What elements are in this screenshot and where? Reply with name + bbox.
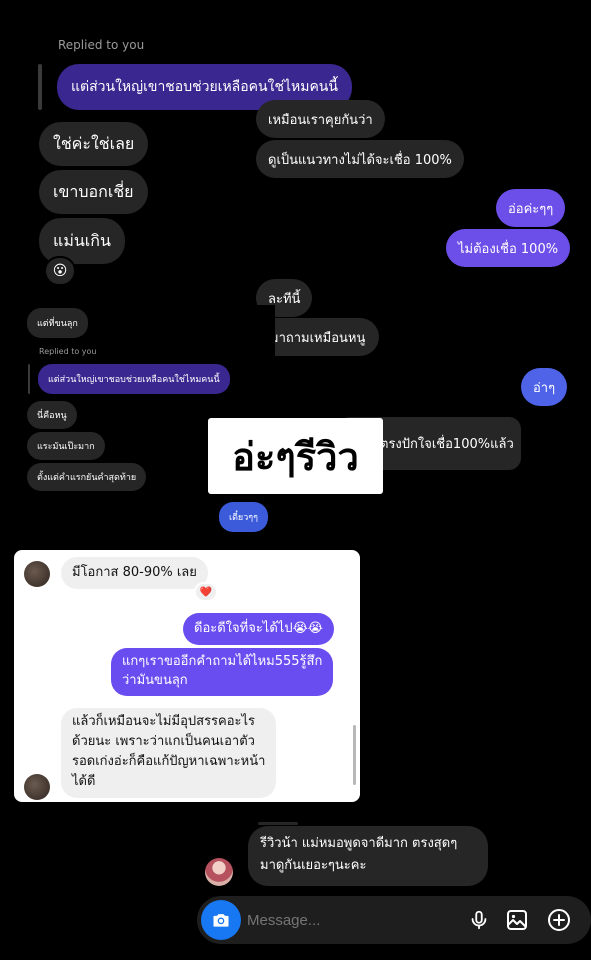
- message-bubble[interactable]: ไม่ต้องเชื่อ 100%: [446, 229, 571, 267]
- camera-button[interactable]: [201, 900, 241, 940]
- plus-icon: [547, 908, 571, 932]
- message-bubble[interactable]: แล้วก็เหมือนจะไม่มีอุปสรรคอะไร ด้วยนะ เพ…: [61, 708, 277, 798]
- message-bubble[interactable]: รีวิวน้า แม่หมอพูดจาดีมาก ตรงสุดๆ มาดูกั…: [248, 826, 488, 886]
- add-button[interactable]: [545, 906, 573, 934]
- message-bubble[interactable]: แระมันเป๊ะมาก: [27, 432, 105, 460]
- message-line: ด้วยนะ เพราะว่าแกเป็นคนเอาตัว: [72, 734, 255, 749]
- gallery-button[interactable]: [503, 906, 531, 934]
- avatar: [24, 774, 50, 800]
- scrollbar[interactable]: [353, 725, 356, 785]
- message-bubble[interactable]: เหมือนเราคุยกันว่า: [256, 100, 385, 138]
- avatar: [205, 858, 233, 886]
- avatar: [24, 561, 50, 587]
- message-bubble[interactable]: แกๆเราขออีกคำถามได้ไหม555รู้สึก ว่ามันขน…: [111, 648, 334, 696]
- message-bubble[interactable]: ตั้งแต่คำแรกยันคำสุดท้าย: [27, 463, 147, 491]
- message-bubble[interactable]: เดี๋ยวๆๆ: [219, 502, 268, 532]
- message-line: แกๆเราขออีกคำถามได้ไหม555รู้สึก: [122, 654, 323, 669]
- message-bubble[interactable]: ใช่ค่ะใช่เลย: [39, 122, 149, 166]
- reaction-emoji[interactable]: ❤️: [194, 582, 218, 602]
- caption-text: อ่ะๆรีวิว: [232, 434, 359, 479]
- message-line: รอดเก่งอ่ะก็คือแก้ปัญหาเฉพาะหน้า: [72, 754, 266, 769]
- message-line: ได้ดี: [72, 774, 96, 789]
- message-bubble[interactable]: เขาบอกเชี่ย: [39, 170, 148, 214]
- camera-icon: [211, 910, 231, 930]
- microphone-icon: [468, 909, 490, 931]
- message-bubble[interactable]: นี่คือหนู: [27, 401, 77, 429]
- reply-bar: [28, 364, 30, 394]
- reply-bar: [258, 822, 298, 825]
- caption-overlay: อ่ะๆรีวิว: [208, 418, 383, 494]
- replied-label: Replied to you: [58, 38, 145, 52]
- replied-label: Replied to you: [39, 347, 97, 356]
- message-bubble[interactable]: แต่ที่ขนลุก: [27, 308, 88, 338]
- message-composer: [197, 896, 591, 944]
- message-input[interactable]: [247, 908, 447, 932]
- message-line: มาดูกันเยอะๆนะคะ: [260, 858, 367, 873]
- message-bubble[interactable]: ดีอะดีใจที่จะได้ไป😭😭: [183, 613, 334, 645]
- message-bubble[interactable]: ดูเป็นแนวทางไม่ได้จะเชื่อ 100%: [256, 140, 464, 178]
- message-bubble[interactable]: อ่อค่ะๆๆ: [496, 189, 566, 227]
- microphone-button[interactable]: [465, 906, 493, 934]
- reaction-emoji[interactable]: 😮: [44, 256, 76, 286]
- chat-screenshot-card: มีโอกาส 80-90% เลย ❤️ ดีอะดีใจที่จะได้ไป…: [14, 550, 360, 802]
- message-line: ว่ามันขนลุก: [122, 673, 188, 688]
- gallery-icon: [505, 908, 529, 932]
- message-line: รีวิวน้า แม่หมอพูดจาดีมาก ตรงสุดๆ: [260, 836, 458, 851]
- message-bubble[interactable]: อ่าๆ: [521, 368, 568, 406]
- replied-quote[interactable]: แต่ส่วนใหญ่เขาชอบช่วยเหลือคนใช่ไหมคนนี้: [38, 364, 230, 394]
- reply-bar: [38, 64, 42, 110]
- message-line: แล้วก็เหมือนจะไม่มีอุปสรรคอะไร: [72, 714, 256, 729]
- message-bubble[interactable]: มีโอกาส 80-90% เลย: [61, 557, 208, 589]
